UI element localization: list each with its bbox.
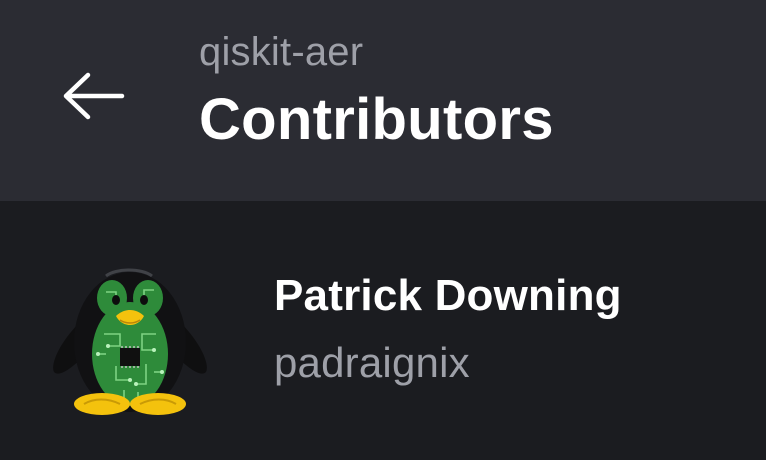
- tux-penguin-circuit-avatar-icon: [53, 268, 207, 415]
- repo-name: qiskit-aer: [199, 30, 364, 74]
- app-header: qiskit-aer Contributors: [0, 0, 766, 201]
- back-button[interactable]: [52, 62, 134, 130]
- arrow-left-icon: [63, 72, 125, 120]
- contributor-text: Patrick Downing padraignix: [274, 269, 622, 389]
- contributor-name: Patrick Downing: [274, 271, 622, 320]
- page-title: Contributors: [199, 87, 554, 152]
- contributor-list-item[interactable]: Patrick Downing padraignix: [0, 201, 766, 460]
- contributors-screen: qiskit-aer Contributors Patrick Downing …: [0, 0, 766, 460]
- header-text: qiskit-aer Contributors: [199, 26, 554, 156]
- contributor-login: padraignix: [274, 339, 470, 386]
- avatar: [46, 254, 214, 416]
